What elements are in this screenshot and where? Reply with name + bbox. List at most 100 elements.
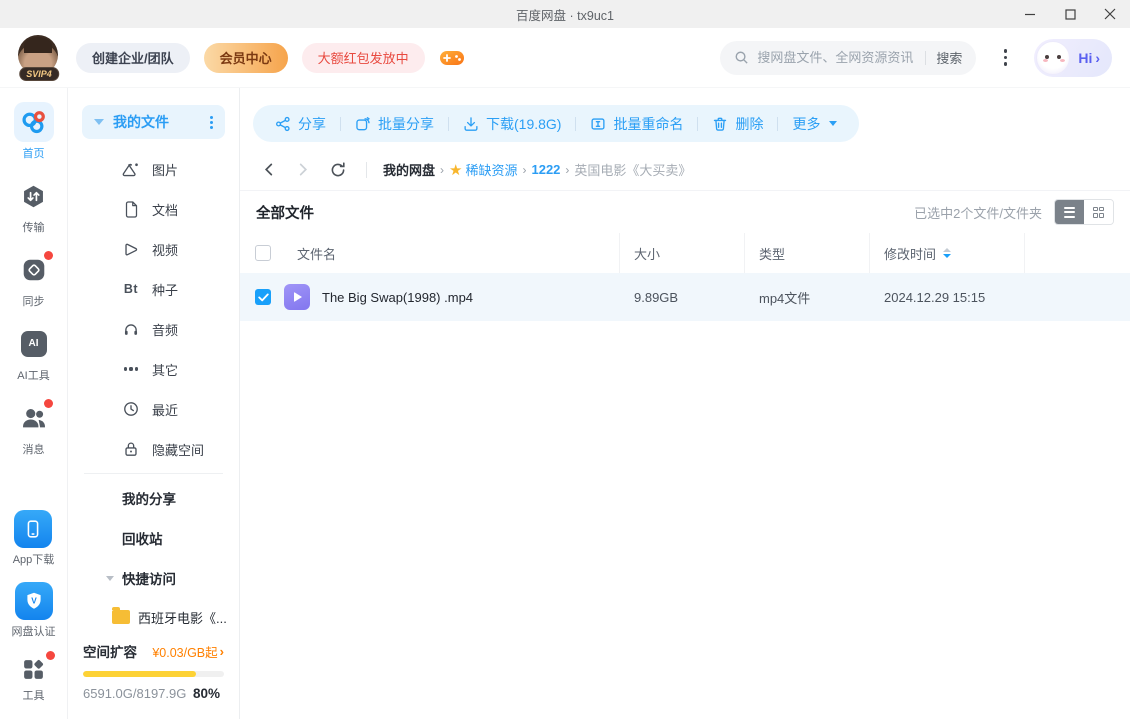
rail-item-home[interactable]: 首页 [14,102,54,161]
sidebar-item-images[interactable]: 图片 [68,149,239,189]
video-play-icon [122,240,140,258]
file-size: 9.89GB [634,290,678,305]
storage-usage: 6591.0G/8197.9G [83,686,186,701]
column-header-modified[interactable]: 修改时间 [884,244,936,263]
breadcrumb-item-current: 英国电影《大买卖》 [574,160,691,179]
sidebar-item-hidden-space[interactable]: 隐藏空间 [68,429,239,469]
search-submit[interactable]: 搜索 [936,48,962,67]
minimize-button[interactable] [1010,0,1050,28]
sidebar-item-torrents[interactable]: Bt 种子 [68,269,239,309]
assistant-pill[interactable]: Hi › [1034,39,1112,77]
ai-tools-icon: AI [14,324,54,364]
grid-view-button[interactable] [1084,200,1113,224]
sidebar-item-audio[interactable]: 音频 [68,309,239,349]
maximize-button[interactable] [1050,0,1090,28]
download-button[interactable]: 下载(19.8G) [463,114,561,134]
back-button[interactable] [262,162,276,177]
verify-shield-icon: V [15,582,53,620]
refresh-button[interactable] [330,162,346,178]
download-icon [463,116,479,132]
messages-badge [44,399,53,408]
rail-item-sync[interactable]: 同步 [14,250,54,309]
files-header: 全部文件 已选中2个文件/文件夹 [240,191,1130,233]
rail-item-ai-tools[interactable]: AI AI工具 [14,324,54,383]
sidebar-item-others[interactable]: 其它 [68,349,239,389]
caret-down-icon [106,576,114,581]
my-files-menu-icon[interactable] [210,116,213,129]
row-checkbox-checked[interactable] [255,289,271,305]
user-avatar[interactable]: SVIP4 [18,35,60,81]
sidebar-item-my-shares[interactable]: 我的分享 [68,478,239,518]
breadcrumb: 我的网盘 › ★ 稀缺资源 › 1222 › 英国电影《大买卖》 [383,160,691,179]
forward-button[interactable] [296,162,310,177]
file-action-toolbar: 分享 批量分享 下载(19.8G) [253,105,859,142]
storage-expand-label: 空间扩容 [83,641,152,661]
left-rail: 首页 传输 同步 [0,88,68,719]
category-list: 图片 文档 [68,149,239,469]
breadcrumb-item-my-drive[interactable]: 我的网盘 [383,160,435,179]
sidebar-item-documents[interactable]: 文档 [68,189,239,229]
sidebar-item-my-files[interactable]: 我的文件 [82,105,225,139]
search-input[interactable] [757,50,921,65]
file-list-empty-area [240,321,1130,719]
rail-item-netdisk-verify[interactable]: V 网盘认证 [12,582,56,639]
batch-rename-button[interactable]: 批量重命名 [590,114,683,134]
storage-price-link[interactable]: ¥0.03/GB起 [152,642,217,661]
search-box[interactable]: 搜索 [720,41,976,75]
breadcrumb-item-rare-resources[interactable]: 稀缺资源 [465,160,517,179]
rail-item-messages[interactable]: 消息 [14,398,54,457]
delete-button[interactable]: 删除 [712,114,763,134]
assistant-greeting: Hi [1078,50,1092,66]
storage-progress-bar [83,671,224,677]
column-header-type[interactable]: 类型 [759,244,785,263]
batch-rename-icon [590,116,606,132]
view-toggle [1054,199,1114,225]
batch-share-button[interactable]: 批量分享 [355,114,434,134]
column-header-name[interactable]: 文件名 [297,244,336,263]
sidebar-item-videos[interactable]: 视频 [68,229,239,269]
batch-share-icon [355,116,371,132]
column-header-size[interactable]: 大小 [634,244,660,263]
grid-view-icon [1093,207,1104,218]
red-packet-button[interactable]: 大额红包发放中 [302,43,425,73]
game-icon[interactable] [439,48,465,68]
content-area: 分享 批量分享 下载(19.8G) [240,88,1130,719]
rail-item-tools[interactable]: 工具 [17,654,51,703]
trash-icon [712,116,728,132]
share-icon [275,116,291,132]
sidebar-item-quick-access[interactable]: 快捷访问 [68,558,239,598]
select-all-checkbox[interactable] [255,245,271,261]
sidebar-item-recycle-bin[interactable]: 回收站 [68,518,239,558]
chevron-down-icon [829,121,837,126]
file-tree-sidebar: 我的文件 图片 [68,88,240,719]
table-row[interactable]: The Big Swap(1998) .mp4 9.89GB mp4文件 202… [240,273,1130,321]
app-download-icon [14,510,52,548]
share-button[interactable]: 分享 [275,114,326,134]
close-button[interactable] [1090,0,1130,28]
overflow-menu-icon[interactable] [992,43,1018,73]
ellipsis-icon [122,360,140,378]
more-button[interactable]: 更多 [792,114,837,134]
file-name[interactable]: The Big Swap(1998) .mp4 [322,290,473,305]
rail-item-app-download[interactable]: App下载 [13,510,55,567]
bt-icon: Bt [122,280,140,298]
sort-icon[interactable] [943,248,951,259]
chevron-right-icon: › [220,644,224,659]
sidebar-item-recent[interactable]: 最近 [68,389,239,429]
storage-percent: 80% [193,686,220,701]
file-modified: 2024.12.29 15:15 [884,290,985,305]
breadcrumb-item-1222[interactable]: 1222 [531,162,560,177]
breadcrumb-row: 我的网盘 › ★ 稀缺资源 › 1222 › 英国电影《大买卖》 [240,149,1130,191]
file-table-header: 文件名 大小 类型 修改时间 [240,233,1130,273]
image-icon [122,160,140,178]
rail-item-transfer[interactable]: 传输 [14,176,54,235]
vip-center-button[interactable]: 会员中心 [204,43,288,73]
list-view-button[interactable] [1055,200,1084,224]
caret-down-icon[interactable] [94,119,104,125]
document-icon [122,200,140,218]
sync-badge [44,251,53,260]
file-type: mp4文件 [759,288,810,307]
assistant-avatar [1036,41,1070,75]
messages-icon [14,398,54,438]
create-team-button[interactable]: 创建企业/团队 [76,43,190,73]
